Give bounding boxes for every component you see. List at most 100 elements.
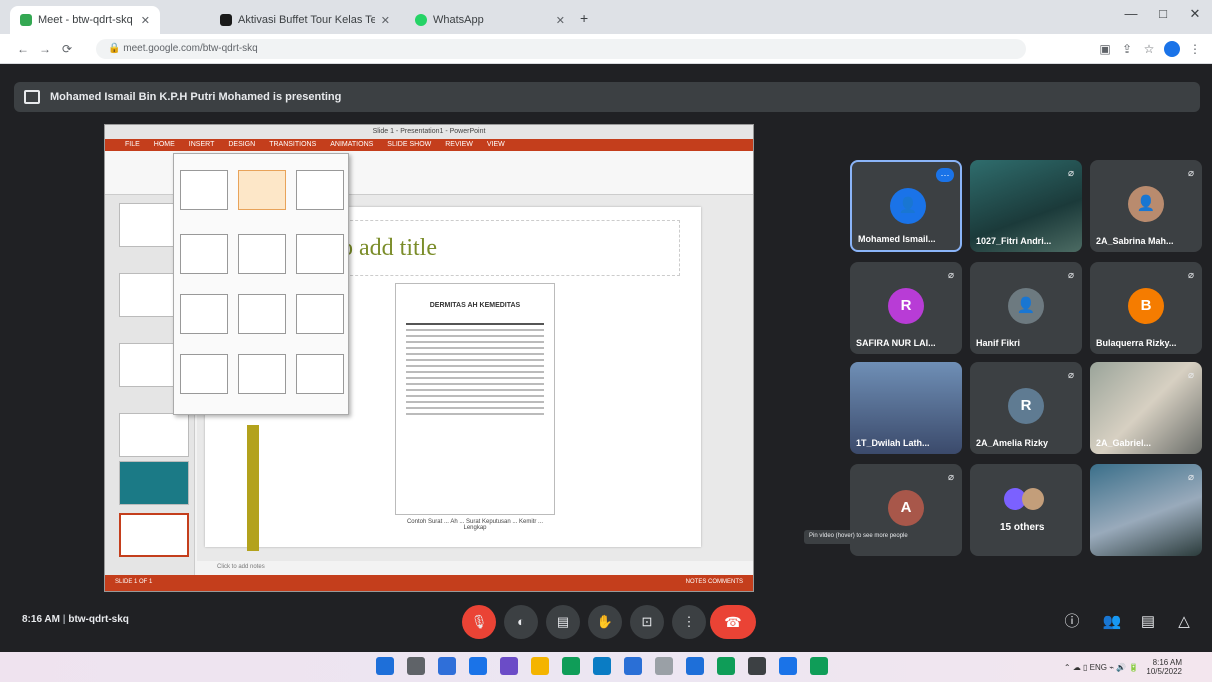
participant-name: 2A_Sabrina Mah... <box>1096 236 1174 246</box>
present-icon <box>24 90 40 104</box>
participant-tile[interactable]: R ⌀ 2A_Amelia Rizky <box>970 362 1082 454</box>
ppt-tab: REVIEW <box>445 141 473 148</box>
slide-thumbnail <box>119 461 189 505</box>
taskbar-app-icon[interactable] <box>779 657 797 675</box>
present-button[interactable]: ⊡ <box>630 605 664 639</box>
layout-option <box>180 234 228 274</box>
layout-option <box>238 354 286 394</box>
maximize-button[interactable]: □ <box>1148 6 1178 26</box>
close-icon[interactable]: ✕ <box>141 14 150 27</box>
notes-placeholder: Click to add notes <box>197 561 753 575</box>
more-options-icon[interactable]: ⋯ <box>936 168 954 182</box>
star-icon[interactable]: ☆ <box>1140 39 1158 59</box>
layout-option <box>180 354 228 394</box>
new-tab-button[interactable]: + <box>580 10 588 26</box>
raise-hand-button[interactable]: ✋ <box>588 605 622 639</box>
avatar <box>1022 488 1044 510</box>
reload-icon[interactable]: ⟳ <box>58 39 76 59</box>
others-tile[interactable]: 15 others <box>970 464 1082 556</box>
meet-icon <box>20 14 32 26</box>
taskbar-app-icon[interactable] <box>655 657 673 675</box>
participant-tile[interactable]: B ⌀ Bulaquerra Rizky... <box>1090 262 1202 354</box>
meeting-details-button[interactable]: ⓘ <box>1058 608 1086 636</box>
back-icon[interactable]: ← <box>14 39 32 59</box>
mic-off-icon: ⌀ <box>1067 270 1074 281</box>
tab-aktivasi[interactable]: Aktivasi Buffet Tour Kelas Terbuka ✕ <box>210 6 400 34</box>
forward-icon[interactable]: → <box>36 39 54 59</box>
layout-option <box>238 234 286 274</box>
close-icon[interactable]: ✕ <box>556 14 565 27</box>
taskbar-app-icon[interactable] <box>469 657 487 675</box>
participant-tile[interactable]: ⌀ <box>1090 464 1202 556</box>
mic-off-icon: ⌀ <box>947 472 954 483</box>
address-bar[interactable]: 🔒 meet.google.com/btw-qdrt-skq <box>96 39 1026 59</box>
taskbar-app-icon[interactable] <box>593 657 611 675</box>
taskbar-app-icon[interactable] <box>810 657 828 675</box>
ppt-tab: ANIMATIONS <box>330 141 374 148</box>
avatar: A <box>888 490 924 526</box>
participant-name: SAFIRA NUR LAI... <box>856 338 936 348</box>
tray-icons: ⌃ ☁ ▯ ENG ⌁ 🔊 🔋 <box>1063 662 1139 672</box>
others-count: 15 others <box>1000 522 1045 533</box>
profile-avatar[interactable] <box>1164 41 1180 57</box>
document-heading: DERMITAS AH KEMEDITAS <box>429 302 521 309</box>
ppt-tab: VIEW <box>486 141 505 148</box>
mic-off-icon: ⌀ <box>1067 370 1074 381</box>
tab-meet[interactable]: Meet - btw-qdrt-skq ✕ <box>10 6 160 34</box>
captions-button[interactable]: ▤ <box>546 605 580 639</box>
clock-date: 10/5/2022 <box>1146 667 1182 676</box>
participant-tile[interactable]: 1T_Dwilah Lath... <box>850 362 962 454</box>
avatar: R <box>1008 388 1044 424</box>
participant-tile[interactable]: 👤 ⌀ 2A_Sabrina Mah... <box>1090 160 1202 252</box>
menu-icon[interactable]: ⋮ <box>1186 39 1204 59</box>
chat-button[interactable]: ▤ <box>1134 608 1162 636</box>
people-button[interactable]: 👥 <box>1098 608 1126 636</box>
layout-option <box>238 294 286 334</box>
taskbar-app-icon[interactable] <box>500 657 518 675</box>
minimize-button[interactable]: — <box>1116 6 1146 26</box>
taskbar-app-icon[interactable] <box>624 657 642 675</box>
ppt-tab: INSERT <box>188 141 215 148</box>
close-window-button[interactable]: ✕ <box>1180 6 1210 26</box>
taskbar-app-icon[interactable] <box>438 657 456 675</box>
taskbar-app-icon[interactable] <box>376 657 394 675</box>
tooltip: Pin vIdeo (hover) to see more people <box>804 530 944 544</box>
avatar: 👤 <box>1008 288 1044 324</box>
tab-whatsapp[interactable]: WhatsApp ✕ <box>405 6 575 34</box>
avatar: 👤 <box>890 188 926 224</box>
meeting-info: 8:16 AM | btw-qdrt-skq <box>22 614 129 625</box>
participant-name: Hanif Fikri <box>976 338 1021 348</box>
participant-tile[interactable]: 👤 ⋯ Mohamed Ismail... <box>850 160 962 252</box>
status-left: SLIDE 1 OF 1 <box>115 579 153 585</box>
taskbar-app-icon[interactable] <box>562 657 580 675</box>
layout-option <box>180 170 228 210</box>
tab-label: WhatsApp <box>433 14 484 26</box>
layout-option <box>180 294 228 334</box>
tab-label: Aktivasi Buffet Tour Kelas Terbuka <box>238 14 375 26</box>
participant-tile[interactable]: ⌀ 2A_Gabriel... <box>1090 362 1202 454</box>
camera-button[interactable]: ◐ <box>504 605 538 639</box>
end-call-button[interactable]: ☎ <box>710 605 756 639</box>
share-icon[interactable]: ⇪ <box>1118 39 1136 59</box>
whatsapp-icon <box>415 14 427 26</box>
camera-permission-icon[interactable]: ▣ <box>1096 39 1114 59</box>
mic-off-icon: ⌀ <box>1187 370 1194 381</box>
meeting-time: 8:16 AM <box>22 614 60 625</box>
taskbar-app-icon[interactable] <box>686 657 704 675</box>
taskbar-app-icon[interactable] <box>748 657 766 675</box>
taskbar-app-icon[interactable] <box>717 657 735 675</box>
mic-off-icon: ⌀ <box>947 270 954 281</box>
status-right: NOTES COMMENTS <box>685 579 743 585</box>
mic-button[interactable]: 🎙 <box>462 605 496 639</box>
participant-tile[interactable]: R ⌀ SAFIRA NUR LAI... <box>850 262 962 354</box>
avatar: 👤 <box>1128 186 1164 222</box>
close-icon[interactable]: ✕ <box>381 14 390 27</box>
participant-tile[interactable]: ⌀ 1027_Fitri Andri... <box>970 160 1082 252</box>
participant-name: 1T_Dwilah Lath... <box>856 438 930 448</box>
layout-option <box>296 170 344 210</box>
activities-button[interactable]: △ <box>1170 608 1198 636</box>
participant-tile[interactable]: 👤 ⌀ Hanif Fikri <box>970 262 1082 354</box>
more-options-button[interactable]: ⋮ <box>672 605 706 639</box>
taskbar-app-icon[interactable] <box>407 657 425 675</box>
taskbar-app-icon[interactable] <box>531 657 549 675</box>
